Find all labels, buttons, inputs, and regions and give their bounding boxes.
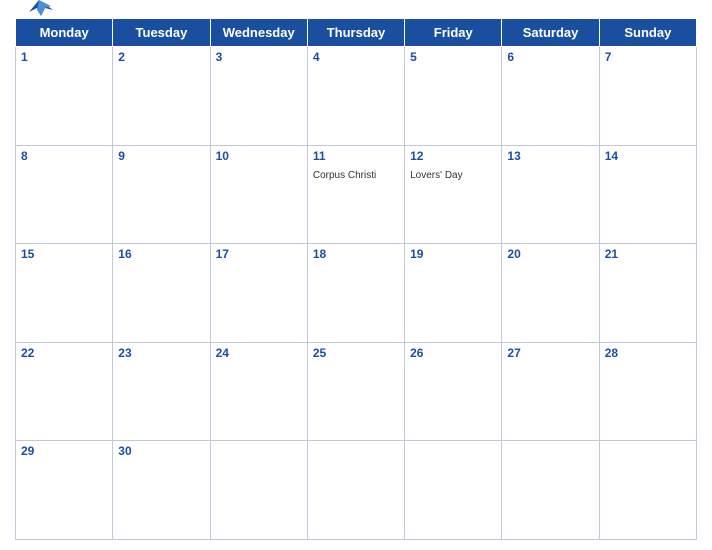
day-number: 13 — [507, 149, 593, 163]
calendar-cell: 3 — [210, 47, 307, 146]
calendar-body: 1234567891011Corpus Christi12Lovers' Day… — [16, 47, 697, 540]
calendar-cell: 2 — [113, 47, 210, 146]
calendar-cell: 26 — [405, 342, 502, 441]
day-number: 29 — [21, 444, 107, 458]
calendar-cell: 21 — [599, 244, 696, 343]
calendar-cell: 17 — [210, 244, 307, 343]
day-number: 15 — [21, 247, 107, 261]
day-number: 21 — [605, 247, 691, 261]
day-number: 12 — [410, 149, 496, 163]
day-number: 6 — [507, 50, 593, 64]
day-number: 10 — [216, 149, 302, 163]
calendar-cell — [502, 441, 599, 540]
calendar-cell: 12 Lovers' Day — [405, 145, 502, 244]
calendar-cell: 7 — [599, 47, 696, 146]
calendar-cell — [210, 441, 307, 540]
weekday-header-row: MondayTuesdayWednesdayThursdayFridaySatu… — [16, 19, 697, 47]
day-number: 14 — [605, 149, 691, 163]
week-row-4: 22 23 24 25 26 27 28 — [16, 342, 697, 441]
day-number: 8 — [21, 149, 107, 163]
calendar-cell: 13 — [502, 145, 599, 244]
weekday-saturday: Saturday — [502, 19, 599, 47]
calendar-cell: 5 — [405, 47, 502, 146]
calendar-cell: 8 — [16, 145, 113, 244]
weekday-friday: Friday — [405, 19, 502, 47]
weekday-wednesday: Wednesday — [210, 19, 307, 47]
calendar-cell: 6 — [502, 47, 599, 146]
calendar-cell: 23 — [113, 342, 210, 441]
calendar-cell: 22 — [16, 342, 113, 441]
event-label: Lovers' Day — [410, 170, 463, 181]
calendar-cell: 18 — [307, 244, 404, 343]
week-row-5: 29 30 — [16, 441, 697, 540]
calendar-cell: 9 — [113, 145, 210, 244]
calendar-cell: 29 — [16, 441, 113, 540]
day-number: 18 — [313, 247, 399, 261]
logo-icon — [25, 0, 53, 24]
day-number: 23 — [118, 346, 204, 360]
day-number: 3 — [216, 50, 302, 64]
day-number: 17 — [216, 247, 302, 261]
calendar-cell: 14 — [599, 145, 696, 244]
calendar-cell: 19 — [405, 244, 502, 343]
calendar-cell: 10 — [210, 145, 307, 244]
calendar-cell: 20 — [502, 244, 599, 343]
calendar-cell: 11 Corpus Christi — [307, 145, 404, 244]
calendar-cell: 15 — [16, 244, 113, 343]
day-number: 11 — [313, 149, 399, 163]
calendar-cell: 24 — [210, 342, 307, 441]
calendar-cell — [405, 441, 502, 540]
day-number: 7 — [605, 50, 691, 64]
day-number: 16 — [118, 247, 204, 261]
day-number: 26 — [410, 346, 496, 360]
calendar-cell — [307, 441, 404, 540]
calendar-cell: 25 — [307, 342, 404, 441]
calendar-cell — [599, 441, 696, 540]
calendar-cell: 16 — [113, 244, 210, 343]
day-number: 5 — [410, 50, 496, 64]
weekday-thursday: Thursday — [307, 19, 404, 47]
day-number: 28 — [605, 346, 691, 360]
day-number: 25 — [313, 346, 399, 360]
week-row-3: 15 16 17 18 19 20 21 — [16, 244, 697, 343]
day-number: 20 — [507, 247, 593, 261]
day-number: 4 — [313, 50, 399, 64]
weekday-sunday: Sunday — [599, 19, 696, 47]
week-row-1: 1234567 — [16, 47, 697, 146]
day-number: 27 — [507, 346, 593, 360]
day-number: 24 — [216, 346, 302, 360]
event-label: Corpus Christi — [313, 170, 376, 181]
week-row-2: 89 10 11 Corpus Christi 12 Lovers' Day 13 14 — [16, 145, 697, 244]
day-number: 1 — [21, 50, 107, 64]
calendar-table: MondayTuesdayWednesdayThursdayFridaySatu… — [15, 18, 697, 540]
logo — [25, 0, 57, 24]
day-number: 22 — [21, 346, 107, 360]
calendar-cell: 1 — [16, 47, 113, 146]
calendar-cell: 27 — [502, 342, 599, 441]
calendar-cell: 28 — [599, 342, 696, 441]
weekday-tuesday: Tuesday — [113, 19, 210, 47]
day-number: 19 — [410, 247, 496, 261]
day-number: 30 — [118, 444, 204, 458]
day-number: 9 — [118, 149, 204, 163]
calendar-cell: 4 — [307, 47, 404, 146]
calendar-cell: 30 — [113, 441, 210, 540]
day-number: 2 — [118, 50, 204, 64]
